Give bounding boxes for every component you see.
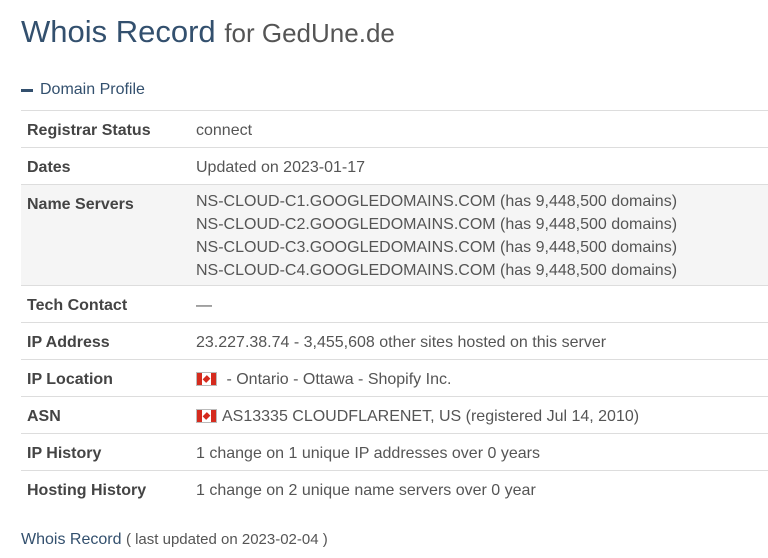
section-title: Domain Profile bbox=[40, 81, 145, 98]
name-server-item: NS-CLOUD-C3.GOOGLEDOMAINS.COM (has 9,448… bbox=[196, 239, 678, 256]
row-label-asn: ASN bbox=[27, 408, 61, 425]
canada-flag-icon bbox=[196, 409, 217, 423]
last-updated-text: ( last updated on 2023-02-04 ) bbox=[125, 531, 328, 548]
row-value-name-servers: NS-CLOUD-C1.GOOGLEDOMAINS.COM (has 9,448… bbox=[196, 185, 768, 286]
row-label-ip-location: IP Location bbox=[27, 371, 113, 388]
row-value-ip-history: 1 change on 1 unique IP addresses over 0… bbox=[196, 445, 540, 462]
page-title-domain: for GedUne.de bbox=[224, 18, 395, 48]
page-title-main: Whois Record bbox=[21, 14, 216, 49]
table-row: IP History 1 change on 1 unique IP addre… bbox=[21, 433, 768, 471]
asn-text: AS13335 CLOUDFLARENET, US (registered Ju… bbox=[222, 408, 640, 425]
name-server-item: NS-CLOUD-C4.GOOGLEDOMAINS.COM (has 9,448… bbox=[196, 262, 678, 279]
canada-flag-icon bbox=[196, 372, 217, 386]
name-server-item: NS-CLOUD-C1.GOOGLEDOMAINS.COM (has 9,448… bbox=[196, 193, 678, 210]
table-row: Name Servers NS-CLOUD-C1.GOOGLEDOMAINS.C… bbox=[21, 184, 768, 286]
table-row: Tech Contact — bbox=[21, 285, 768, 323]
row-value-hosting-history: 1 change on 2 unique name servers over 0… bbox=[196, 482, 536, 499]
table-row: IP Address 23.227.38.74 - 3,455,608 othe… bbox=[21, 322, 768, 360]
row-value-registrar-status: connect bbox=[196, 122, 253, 139]
row-label-hosting-history: Hosting History bbox=[27, 482, 147, 499]
row-value-asn: AS13335 CLOUDFLARENET, US (registered Ju… bbox=[196, 397, 768, 434]
row-value-ip-address: 23.227.38.74 - 3,455,608 other sites hos… bbox=[196, 334, 607, 351]
row-value-tech-contact: — bbox=[196, 297, 212, 314]
row-value-dates: Updated on 2023-01-17 bbox=[196, 159, 366, 176]
row-value-ip-location: - Ontario - Ottawa - Shopify Inc. bbox=[196, 360, 768, 397]
row-label-registrar-status: Registrar Status bbox=[27, 122, 151, 139]
whois-record-title: Whois Record bbox=[21, 531, 122, 548]
row-label-dates: Dates bbox=[27, 159, 71, 176]
row-label-tech-contact: Tech Contact bbox=[27, 297, 128, 314]
table-row: Registrar Status connect bbox=[21, 110, 768, 148]
domain-profile-toggle[interactable]: Domain Profile bbox=[21, 80, 145, 100]
row-label-ip-address: IP Address bbox=[27, 334, 110, 351]
ip-location-text: - Ontario - Ottawa - Shopify Inc. bbox=[222, 371, 452, 388]
table-row: Hosting History 1 change on 2 unique nam… bbox=[21, 470, 768, 508]
whois-record-footer: Whois Record ( last updated on 2023-02-0… bbox=[21, 531, 328, 549]
domain-profile-table: Registrar Status connect Dates Updated o… bbox=[21, 110, 768, 507]
name-server-item: NS-CLOUD-C2.GOOGLEDOMAINS.COM (has 9,448… bbox=[196, 216, 678, 233]
row-label-name-servers: Name Servers bbox=[27, 196, 134, 213]
table-row: ASN AS13335 CLOUDFLARENET, US (registere… bbox=[21, 396, 768, 434]
page-title: Whois Record for GedUne.de bbox=[21, 14, 395, 50]
table-row: Dates Updated on 2023-01-17 bbox=[21, 147, 768, 185]
table-row: IP Location - Ontario - Ottawa - Shopify… bbox=[21, 359, 768, 397]
row-label-ip-history: IP History bbox=[27, 445, 102, 462]
minus-icon bbox=[21, 88, 33, 92]
